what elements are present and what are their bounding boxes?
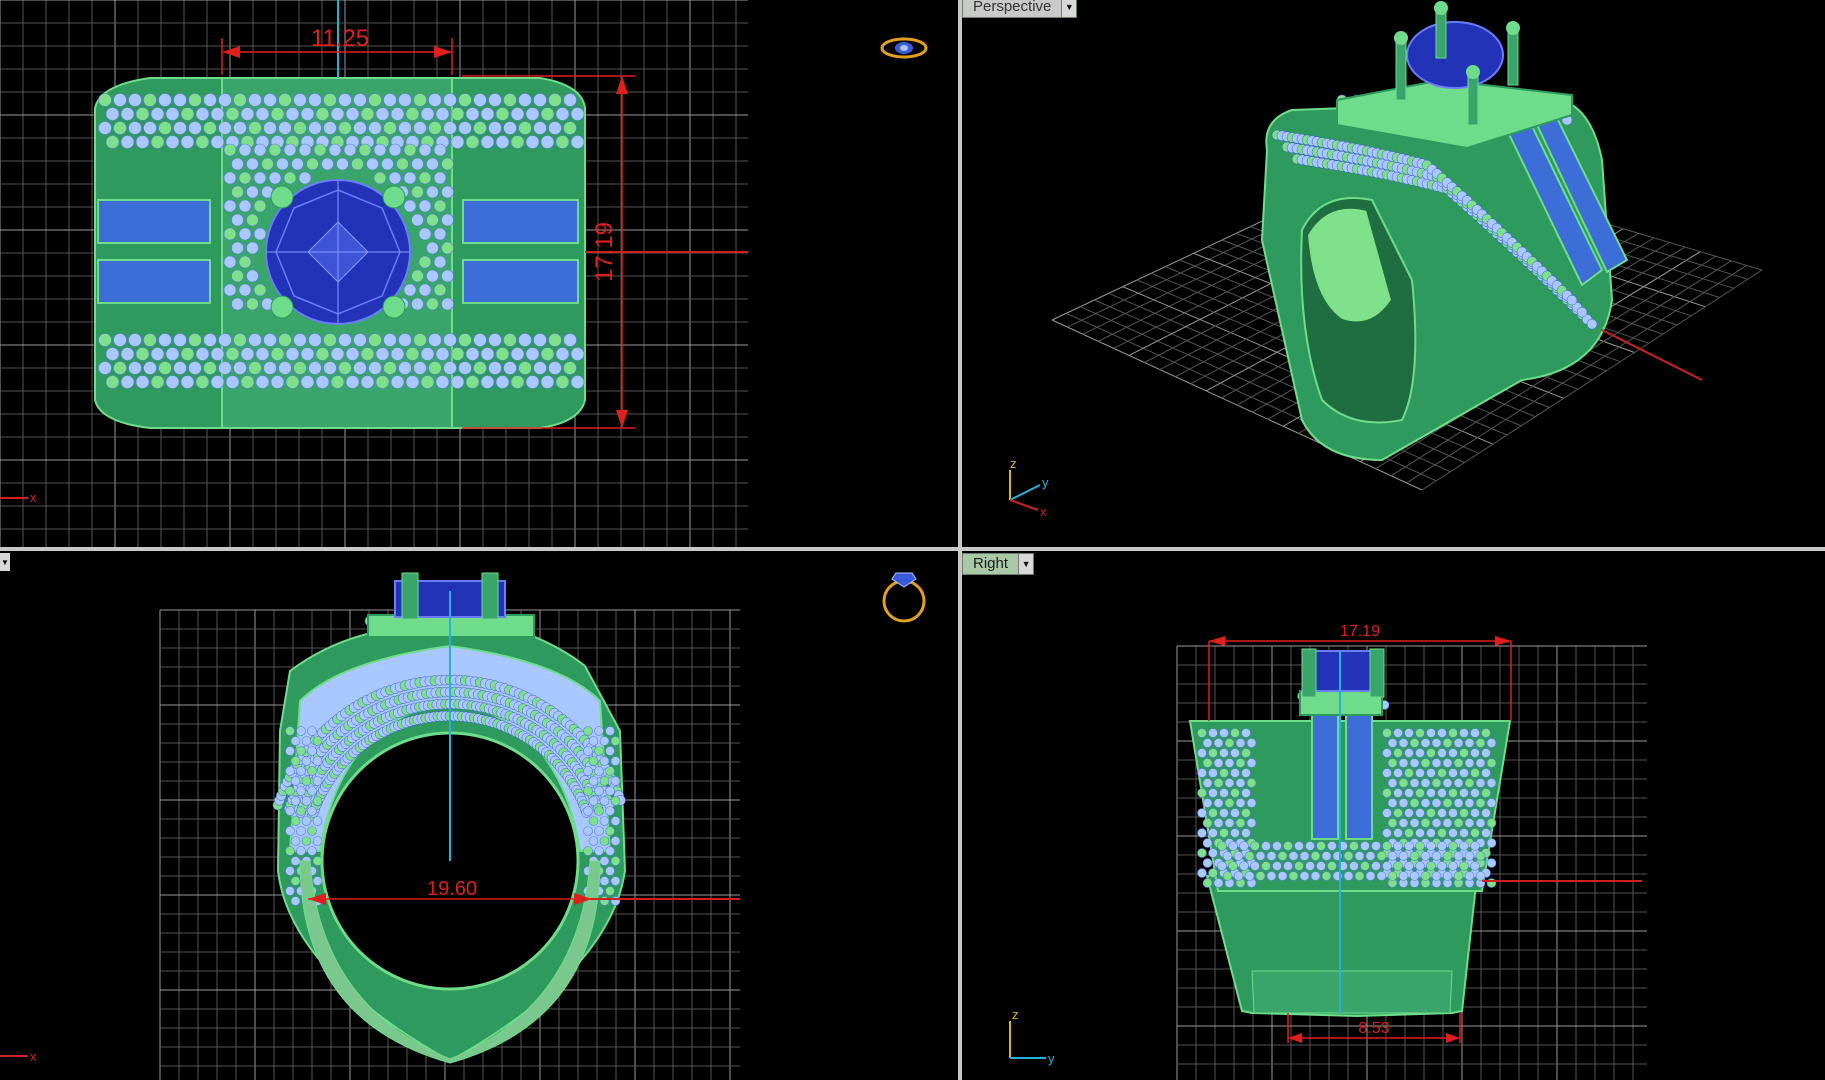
ring-top-view-icon[interactable] (880, 37, 928, 59)
svg-text:x: x (1040, 504, 1047, 519)
viewport-top[interactable]: 11.25 17.19 x (0, 0, 958, 547)
dimension-shank-width-label: 8.53 (1358, 1020, 1389, 1037)
svg-text:y: y (1048, 1051, 1055, 1066)
viewport-menu-dropdown-icon[interactable]: ▼ (0, 553, 10, 571)
channel-stones-right-lower (462, 259, 579, 304)
dimension-top-width-label: 17.19 (1340, 623, 1380, 640)
center-gemstone-perspective (1406, 21, 1504, 89)
ring-perspective-view (1260, 1, 1629, 462)
axis-indicator-right: z y (1009, 1007, 1055, 1066)
viewport-front[interactable]: 19.60 x ▼ (0, 551, 958, 1080)
channel-stone-right-2 (1345, 710, 1373, 840)
axis-indicator-perspective: z y x (1009, 456, 1049, 519)
viewport-perspective[interactable]: z y x Perspective ▼ (962, 0, 1825, 547)
channel-stones-right-upper (462, 199, 579, 244)
front-view-canvas: 19.60 x (0, 572, 926, 1080)
channel-stone-right-1 (1311, 710, 1339, 840)
viewport-right[interactable]: 17.19 8.53 z y Right ▼ (962, 551, 1825, 1080)
channel-stones-left-upper (97, 199, 211, 244)
viewport-divider-horizontal[interactable] (0, 547, 1825, 551)
dimension-shank-width[interactable]: 8.53 (1287, 1013, 1461, 1043)
center-gemstone-right (1309, 650, 1375, 692)
top-view-canvas: 11.25 17.19 x (0, 0, 928, 547)
channel-stones-left-lower (97, 259, 211, 304)
viewport-menu-dropdown-icon[interactable]: ▼ (1061, 0, 1077, 17)
viewport-menu-dropdown-icon[interactable]: ▼ (1018, 554, 1034, 574)
viewport-tab-right[interactable]: Right ▼ (962, 553, 1035, 575)
viewport-tab-label[interactable]: Perspective (963, 0, 1062, 17)
svg-text:z: z (1010, 456, 1017, 471)
dimension-inner-diameter-label: 19.60 (427, 878, 477, 900)
dimension-height-label: 17.19 (591, 222, 618, 282)
ring-top-view (94, 77, 586, 429)
perspective-view-canvas: z y x (1009, 1, 1763, 519)
svg-text:y: y (1042, 475, 1049, 490)
dimension-width-label: 11.25 (311, 25, 369, 52)
viewport-tab-perspective[interactable]: Perspective ▼ (962, 0, 1078, 18)
svg-text:z: z (1012, 1007, 1019, 1022)
right-view-canvas: 17.19 8.53 z y (1009, 623, 1647, 1080)
ring-front-view-icon[interactable] (882, 572, 926, 623)
viewport-divider-vertical[interactable] (958, 0, 962, 1080)
axis-x-label: x (30, 490, 37, 505)
axis-x-label: x (30, 1049, 37, 1064)
viewport-tab-label[interactable]: Right (963, 554, 1019, 574)
